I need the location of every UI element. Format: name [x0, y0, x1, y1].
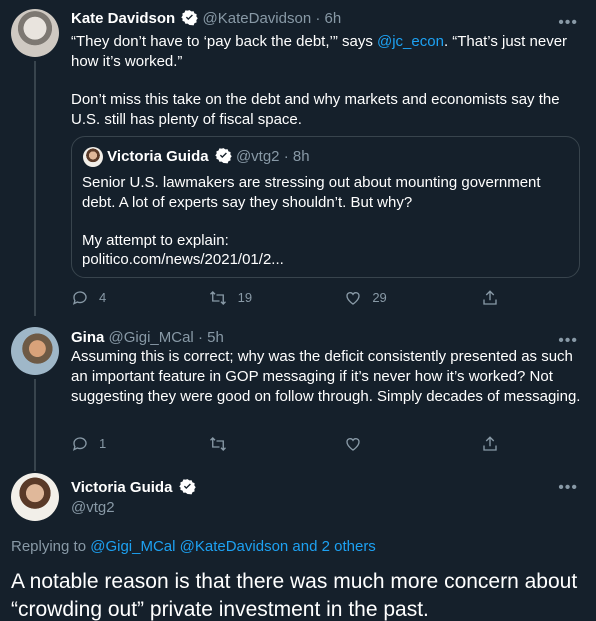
separator-dot: ·	[315, 10, 325, 27]
tweet-header: Kate Davidson @KateDavidson · 6h	[71, 9, 341, 29]
thread-line	[34, 455, 36, 471]
mention-link[interactable]: @jc_econ	[377, 33, 444, 50]
share-icon	[483, 436, 497, 451]
tweet-text-paragraph: Don’t miss this take on the debt and why…	[71, 91, 560, 128]
thread-line	[34, 61, 36, 316]
quote-author-handle: @vtg2	[235, 148, 280, 165]
reply-button[interactable]: 4	[71, 288, 161, 308]
separator-dot: ·	[283, 148, 293, 165]
tweet-header: Gina @Gigi_MCal · 5h	[71, 328, 224, 348]
verified-badge-icon	[178, 479, 196, 495]
quote-link[interactable]: politico.com/news/2021/01/2...	[82, 250, 284, 270]
author-handle[interactable]: @KateDavidson	[203, 10, 312, 27]
thread-line	[34, 379, 36, 455]
replying-to-users[interactable]: @Gigi_MCal @KateDavidson and 2 others	[90, 538, 376, 555]
retweet-button[interactable]: 19	[208, 288, 298, 308]
quote-text: My attempt to explain:	[82, 232, 229, 249]
replying-to: Replying to @Gigi_MCal @KateDavidson and…	[11, 537, 376, 557]
more-icon[interactable]: •••	[558, 333, 578, 349]
author-name[interactable]: Victoria Guida	[71, 479, 172, 496]
avatar[interactable]	[11, 9, 59, 57]
like-icon	[346, 292, 360, 305]
main-tweet-author: Victoria Guida	[71, 478, 196, 498]
quote-header: Victoria Guida @vtg2 · 8h	[83, 147, 310, 168]
retweet-icon	[209, 437, 226, 451]
quoted-tweet[interactable]: Victoria Guida @vtg2 · 8h Senior U.S. la…	[71, 136, 580, 278]
author-handle[interactable]: @vtg2	[71, 498, 115, 518]
tweet-actions: 4 19 29	[71, 288, 501, 308]
author-handle[interactable]: @Gigi_MCal	[109, 329, 194, 346]
tweet-text: Assuming this is correct; why was the de…	[71, 348, 581, 405]
retweet-count: 19	[237, 290, 253, 305]
quote-avatar	[83, 147, 103, 168]
like-button[interactable]: 29	[344, 288, 434, 308]
replying-to-label: Replying to	[11, 538, 87, 555]
reply-icon	[72, 291, 87, 305]
share-button[interactable]	[481, 288, 501, 308]
quote-time: 8h	[292, 148, 310, 165]
tweet-text: “They don’t have to ‘pay back the debt,’…	[71, 32, 581, 72]
like-button[interactable]	[344, 434, 434, 454]
quote-text: Senior U.S. lawmakers are stressing out …	[82, 174, 541, 211]
verified-badge-icon	[215, 148, 232, 164]
share-icon	[483, 290, 497, 305]
like-count: 29	[372, 290, 387, 305]
share-button[interactable]	[481, 434, 501, 454]
verified-badge-icon	[181, 10, 199, 26]
tweet-actions: 1	[71, 434, 501, 454]
reply-count: 1	[99, 436, 107, 451]
like-icon	[346, 438, 360, 451]
tweet-time[interactable]: 5h	[207, 329, 224, 346]
retweet-button[interactable]	[208, 434, 298, 454]
retweet-icon	[209, 291, 226, 305]
author-name[interactable]: Kate Davidson	[71, 10, 175, 27]
tweet-text-part: “They don’t have to ‘pay back the debt,’…	[71, 33, 377, 50]
avatar[interactable]	[11, 327, 59, 375]
more-icon[interactable]: •••	[558, 480, 578, 496]
separator-dot: ·	[197, 329, 208, 346]
avatar[interactable]	[11, 473, 59, 521]
reply-button[interactable]: 1	[71, 434, 161, 454]
reply-icon	[72, 437, 87, 451]
tweet-time[interactable]: 6h	[325, 10, 342, 27]
reply-count: 4	[99, 290, 107, 305]
author-name[interactable]: Gina	[71, 329, 104, 346]
quote-author-name: Victoria Guida	[107, 148, 209, 165]
main-tweet-text: A notable reason is that there was much …	[11, 570, 578, 621]
more-icon[interactable]: •••	[558, 15, 578, 31]
